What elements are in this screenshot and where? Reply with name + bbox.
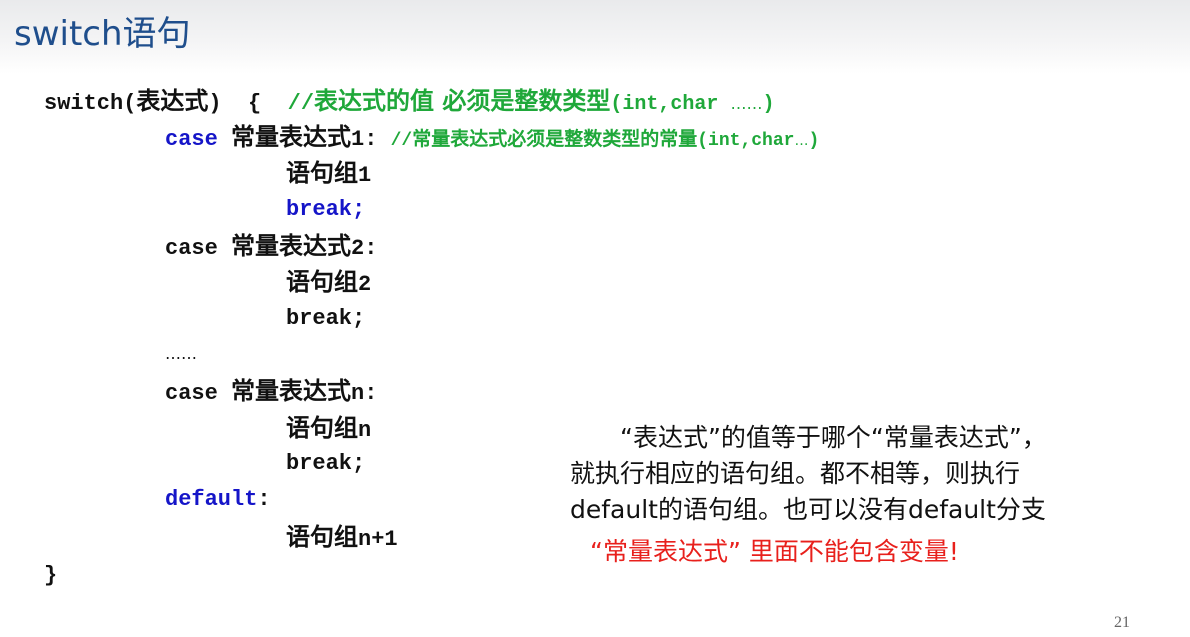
groupn1-num: n+1 [358,527,398,552]
comment-switch-text: 表达式的值 必须是整数类型 [314,87,611,115]
default-colon: : [257,487,271,512]
note-line-3: default的语句组。也可以没有default分支 [570,495,1046,524]
code-line-default: default: [165,486,271,514]
code-line-casen: case 常量表达式n: [165,377,377,408]
switch-expression: 表达式 [136,87,209,115]
code-line-ellipsis: …… [165,340,197,368]
case2-label: 常量表达式 [231,232,352,260]
slide-title: switch语句 [14,14,191,54]
group1-label: 语句组 [286,159,358,187]
code-line-group1: 语句组1 [286,159,371,190]
casen-label: 常量表达式 [231,377,352,405]
comment-case1-close: ) [808,131,820,151]
default-keyword: default [165,487,258,512]
casen-num: n: [351,381,378,406]
case2-keyword: case [165,236,218,261]
case1-keyword: case [165,127,218,152]
note-line-2: 就执行相应的语句组。都不相等，则执行 [570,459,1021,488]
code-line-groupn: 语句组n [286,414,371,445]
ellipsis: …… [165,344,197,363]
comment-switch-dots: …… [730,94,763,113]
slide: switch语句 switch(表达式) { //表达式的值 必须是整数类型(i… [0,0,1190,637]
groupn-num: n [358,418,372,443]
case2-num: 2: [351,236,378,261]
code-line-breakn: break; [286,451,366,476]
code-line-case1: case 常量表达式1: //常量表达式必须是整数类型的常量(int,char…… [165,123,819,155]
paren-close: ) [208,91,222,116]
comment-case1-text: 常量表达式必须是整数类型的常量 [412,128,698,150]
brace-open: { [248,91,262,116]
case1-num: 1: [351,127,378,152]
comment-case1-slashes: // [390,131,413,151]
casen-keyword: case [165,381,218,406]
code-line-groupn1: 语句组n+1 [286,523,398,554]
code-line-switch: switch(表达式) { //表达式的值 必须是整数类型(int,char …… [44,87,774,119]
code-line-brace-close: } [44,563,58,588]
comment-switch-close: ) [762,93,775,116]
comment-case1: //常量表达式必须是整数类型的常量(int,char…) [390,128,820,151]
groupn-label: 语句组 [286,414,358,442]
paren-open: ( [123,91,137,116]
comment-switch-types: (int,char [610,93,731,116]
comment-switch: //表达式的值 必须是整数类型(int,char ……) [287,87,775,116]
note-line-1: “表达式”的值等于哪个“常量表达式”， [620,423,1047,452]
comment-slashes: // [287,91,315,116]
code-line-break1: break; [286,197,366,222]
code-line-group2: 语句组2 [286,268,371,299]
page-number: 21 [1114,614,1130,631]
group2-label: 语句组 [286,268,358,296]
case1-label: 常量表达式 [231,123,352,151]
comment-case1-types: (int,char [697,131,795,151]
code-line-break2: break; [286,306,366,331]
group1-num: 1 [358,163,372,188]
groupn1-label: 语句组 [286,523,358,551]
code-line-case2: case 常量表达式2: [165,232,377,263]
comment-case1-dots: … [794,133,809,149]
switch-keyword: switch [44,91,124,116]
group2-num: 2 [358,272,372,297]
note-warning: “常量表达式” 里面不能包含变量! [590,537,959,566]
